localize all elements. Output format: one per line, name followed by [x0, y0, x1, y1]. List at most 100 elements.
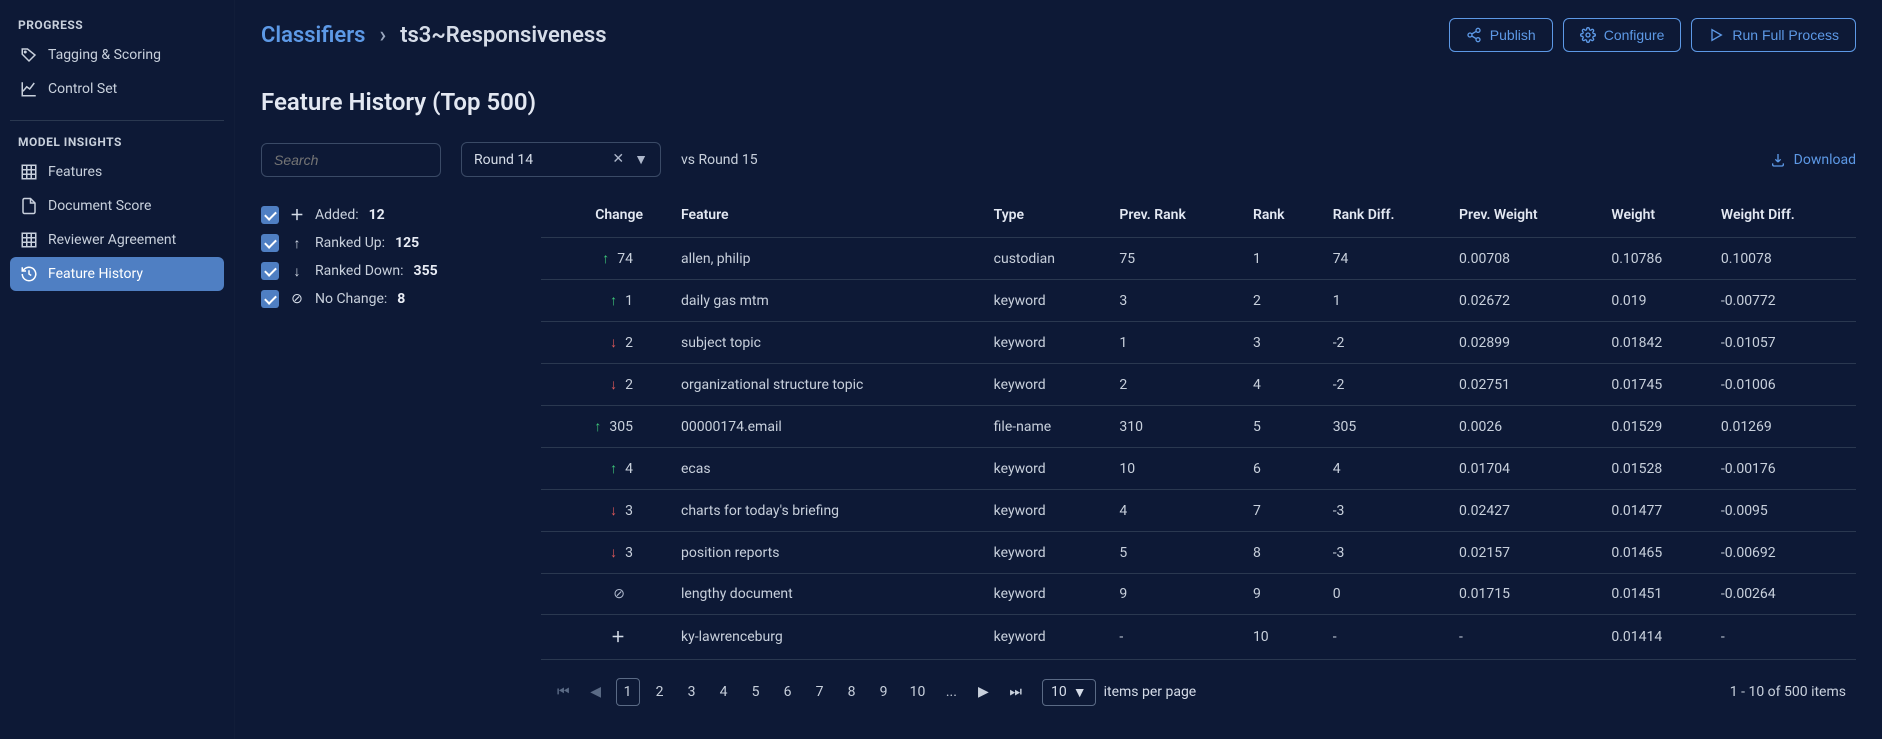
page-number[interactable]: 5 [744, 678, 768, 706]
cell-rank-diff: 74 [1323, 238, 1449, 280]
run-full-process-button[interactable]: Run Full Process [1691, 18, 1856, 52]
col-feature[interactable]: Feature [671, 197, 984, 238]
cell-prev-weight: 0.00708 [1449, 238, 1601, 280]
change-value: 2 [625, 377, 633, 393]
page-number[interactable]: 7 [808, 678, 832, 706]
filter-ranked-down[interactable]: ↓ Ranked Down: 355 [261, 257, 521, 285]
table-row[interactable]: ↓3position reportskeyword58-30.021570.01… [541, 532, 1856, 574]
cell-weight: 0.10786 [1601, 238, 1711, 280]
divider [10, 120, 224, 121]
page-number[interactable]: 4 [712, 678, 736, 706]
sidebar-item-features[interactable]: Features [10, 155, 224, 189]
change-value: 1 [625, 293, 633, 309]
table-row[interactable]: ＋ky-lawrenceburgkeyword-10--0.01414- [541, 615, 1856, 660]
col-rank-diff[interactable]: Rank Diff. [1323, 197, 1449, 238]
sidebar-section-model-insights: MODEL INSIGHTS [10, 135, 224, 155]
table-row[interactable]: ↑30500000174.emailfile-name31053050.0026… [541, 406, 1856, 448]
col-weight-diff[interactable]: Weight Diff. [1711, 197, 1856, 238]
page-number[interactable]: 6 [776, 678, 800, 706]
cell-feature: 00000174.email [671, 406, 984, 448]
page-number[interactable]: 3 [680, 678, 704, 706]
breadcrumb-current: ts3~Responsiveness [400, 23, 606, 48]
button-label: Publish [1490, 27, 1536, 43]
col-prev-weight[interactable]: Prev. Weight [1449, 197, 1601, 238]
search-input[interactable] [261, 143, 441, 177]
document-icon [20, 197, 38, 215]
cell-weight-diff: -0.00772 [1711, 280, 1856, 322]
filter-ranked-up[interactable]: ↑ Ranked Up: 125 [261, 229, 521, 257]
sidebar-item-feature-history[interactable]: Feature History [10, 257, 224, 291]
table-row[interactable]: ↑4ecaskeyword10640.017040.01528-0.00176 [541, 448, 1856, 490]
cell-feature: ecas [671, 448, 984, 490]
sidebar-item-label: Features [48, 164, 102, 180]
chevron-down-icon[interactable]: ▼ [634, 151, 648, 168]
sidebar-item-label: Document Score [48, 198, 151, 214]
cell-weight: 0.01465 [1601, 532, 1711, 574]
page-number[interactable]: 8 [840, 678, 864, 706]
checkbox[interactable] [261, 290, 279, 308]
cell-weight: 0.019 [1601, 280, 1711, 322]
table-row[interactable]: ⊘lengthy documentkeyword9900.017150.0145… [541, 574, 1856, 615]
button-label: Configure [1604, 27, 1665, 43]
table-row[interactable]: ↑74allen, philipcustodian751740.007080.1… [541, 238, 1856, 280]
page-last-button[interactable]: ⏭ [1003, 678, 1028, 706]
col-type[interactable]: Type [984, 197, 1110, 238]
cell-type: keyword [984, 280, 1110, 322]
button-label: Run Full Process [1732, 27, 1839, 43]
page-number[interactable]: 10 [904, 678, 932, 706]
filter-no-change[interactable]: ⊘ No Change: 8 [261, 285, 521, 313]
tag-icon [20, 46, 38, 64]
col-weight[interactable]: Weight [1601, 197, 1711, 238]
checkbox[interactable] [261, 206, 279, 224]
change-value: 3 [625, 503, 633, 519]
cell-type: keyword [984, 364, 1110, 406]
col-rank[interactable]: Rank [1243, 197, 1323, 238]
cell-rank-diff: -2 [1323, 364, 1449, 406]
table-row[interactable]: ↓3charts for today's briefingkeyword47-3… [541, 490, 1856, 532]
cell-prev-rank: 4 [1109, 490, 1243, 532]
filter-label: Added: [315, 207, 359, 223]
cell-weight: 0.01529 [1601, 406, 1711, 448]
cell-feature: lengthy document [671, 574, 984, 615]
table-row[interactable]: ↓2organizational structure topickeyword2… [541, 364, 1856, 406]
filter-added[interactable]: ＋ Added: 12 [261, 201, 521, 229]
page-number[interactable]: 9 [872, 678, 896, 706]
page-number[interactable]: 1 [616, 678, 640, 706]
page-number[interactable]: 2 [648, 678, 672, 706]
page-more[interactable]: ... [939, 678, 963, 706]
sidebar-item-reviewer-agreement[interactable]: Reviewer Agreement [10, 223, 224, 257]
sidebar-item-control-set[interactable]: Control Set [10, 72, 224, 106]
page-size-select[interactable]: 10 ▼ [1042, 679, 1096, 706]
publish-button[interactable]: Publish [1449, 18, 1553, 52]
page-prev-button[interactable]: ◀ [584, 678, 608, 706]
cell-feature: daily gas mtm [671, 280, 984, 322]
table-row[interactable]: ↓2subject topickeyword13-20.028990.01842… [541, 322, 1856, 364]
change-value: 4 [625, 461, 633, 477]
cell-weight: 0.01528 [1601, 448, 1711, 490]
cell-prev-weight: 0.02899 [1449, 322, 1601, 364]
breadcrumb-parent[interactable]: Classifiers [261, 23, 365, 48]
arrow-up-icon: ↑ [602, 250, 609, 267]
share-icon [1466, 27, 1482, 43]
page-next-button[interactable]: ▶ [971, 678, 995, 706]
checkbox[interactable] [261, 262, 279, 280]
sidebar-item-document-score[interactable]: Document Score [10, 189, 224, 223]
cell-rank: 4 [1243, 364, 1323, 406]
sidebar-item-tagging[interactable]: Tagging & Scoring [10, 38, 224, 72]
cell-type: keyword [984, 322, 1110, 364]
col-prev-rank[interactable]: Prev. Rank [1109, 197, 1243, 238]
cell-type: keyword [984, 448, 1110, 490]
checkbox[interactable] [261, 234, 279, 252]
download-button[interactable]: Download [1770, 152, 1856, 168]
grid-icon [20, 163, 38, 181]
col-change[interactable]: Change [541, 197, 671, 238]
page-first-button[interactable]: ⏮ [551, 678, 576, 706]
chevron-right-icon: › [379, 23, 386, 48]
page-size-value: 10 [1051, 684, 1067, 700]
cell-prev-rank: 1 [1109, 322, 1243, 364]
cell-prev-weight: 0.01715 [1449, 574, 1601, 615]
clear-icon[interactable]: ✕ [612, 151, 624, 168]
configure-button[interactable]: Configure [1563, 18, 1682, 52]
table-row[interactable]: ↑1daily gas mtmkeyword3210.026720.019-0.… [541, 280, 1856, 322]
round-select[interactable]: Round 14 ✕ ▼ [461, 142, 661, 177]
